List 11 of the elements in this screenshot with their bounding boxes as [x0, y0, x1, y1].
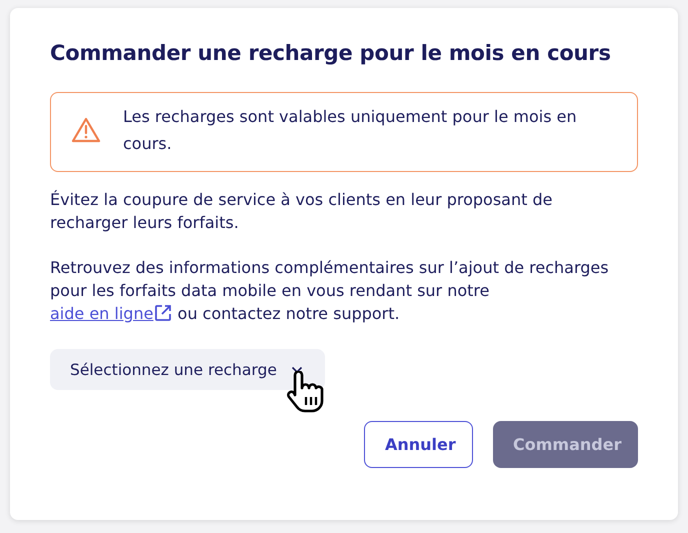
dialog-title: Commander une recharge pour le mois en cours	[50, 40, 612, 67]
external-link-icon	[154, 304, 172, 322]
chevron-down-icon	[290, 366, 303, 374]
info-paragraph: Retrouvez des informations complémentaires sur l’ajout de recharges pour les forfaits data mobile en vous rendant sur notre aide en ligne ou contactez notre support.	[50, 257, 610, 325]
cancel-button[interactable]: Annuler	[364, 421, 473, 468]
warning-icon	[71, 117, 101, 143]
description-text: Évitez la coupure de service à vos clients en leur proposant de recharger leurs forfaits.	[50, 189, 554, 234]
hand-cursor-icon	[286, 371, 324, 413]
help-link[interactable]: aide en ligne	[50, 304, 172, 323]
recharge-dropdown[interactable]: Sélectionnez une recharge	[50, 349, 325, 390]
alert-message: Les recharges sont valables uniquement pour le mois en cours.	[123, 106, 578, 155]
